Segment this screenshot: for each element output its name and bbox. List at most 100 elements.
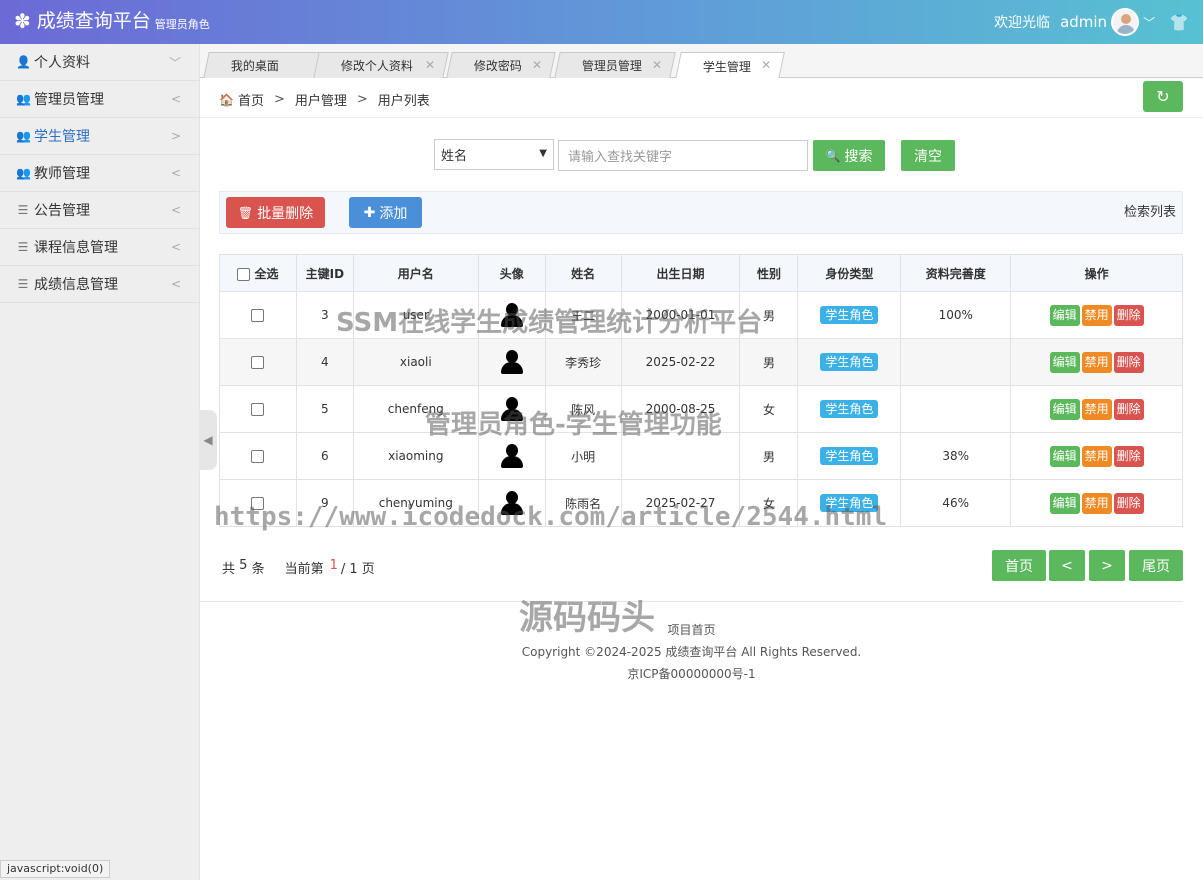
sidebar-item-teachers[interactable]: 👥 教师管理 < (0, 155, 199, 192)
user-icon: 👤 (16, 55, 31, 69)
sidebar-item-notices[interactable]: ☰ 公告管理 < (0, 192, 199, 229)
cell-id: 4 (295, 338, 354, 386)
delete-button[interactable]: 删除 (1113, 304, 1144, 326)
sidebar-item-label: 教师管理 (34, 166, 90, 182)
close-icon[interactable]: ✕ (425, 58, 435, 72)
footer-home-link[interactable]: 项目首页 (200, 621, 1183, 638)
row-checkbox[interactable] (251, 356, 265, 369)
breadcrumb-home[interactable]: 首页 (238, 90, 264, 109)
delete-button[interactable]: 删除 (1113, 351, 1144, 373)
users-icon: 👥 (16, 166, 31, 180)
cell-gender: 女 (739, 385, 799, 433)
chevron-down-icon[interactable]: ﹀ (1143, 14, 1155, 31)
cell-username: xiaoli (352, 338, 479, 386)
add-label: 添加 (379, 205, 408, 222)
search-button[interactable]: 🔍 搜索 (813, 140, 885, 171)
header-select-all[interactable]: 全选 (219, 254, 297, 292)
close-icon[interactable]: ✕ (761, 58, 771, 72)
delete-button[interactable]: 删除 (1113, 445, 1144, 467)
edit-button[interactable]: 编辑 (1049, 445, 1080, 467)
tab-change-password[interactable]: 修改密码 ✕ (446, 52, 556, 78)
header-actions: 操作 (1010, 254, 1183, 292)
search-field-select[interactable]: 姓名 ▼ (434, 139, 554, 170)
sidebar-collapse-handle[interactable]: ◀ (199, 410, 217, 470)
edit-button[interactable]: 编辑 (1049, 398, 1080, 420)
disable-button[interactable]: 禁用 (1081, 351, 1112, 373)
row-checkbox[interactable] (251, 450, 265, 463)
breadcrumb-user-list: 用户列表 (377, 94, 430, 109)
select-all-checkbox[interactable] (237, 267, 251, 281)
disable-button[interactable]: 禁用 (1081, 398, 1112, 420)
breadcrumb-user-management[interactable]: 用户管理 (295, 90, 347, 109)
row-checkbox[interactable] (251, 403, 265, 416)
gear-icon: ✽ (14, 9, 31, 33)
sidebar-item-courses[interactable]: ☰ 课程信息管理 < (0, 229, 199, 266)
close-icon[interactable]: ✕ (532, 58, 542, 72)
cell-gender: 男 (739, 432, 799, 480)
last-page-button[interactable]: 尾页 (1129, 550, 1183, 581)
tab-label: 修改个人资料 (340, 59, 413, 73)
search-field-value: 姓名 (441, 149, 468, 164)
sidebar-item-admin[interactable]: 👥 管理员管理 < (0, 81, 199, 118)
clear-button[interactable]: 清空 (901, 140, 955, 171)
tab-label: 管理员管理 (581, 59, 642, 73)
app-title: 成绩查询平台 (36, 10, 151, 32)
bulk-delete-button[interactable]: 🗑 批量删除 (226, 197, 325, 228)
first-page-button[interactable]: 首页 (992, 550, 1046, 581)
edit-button[interactable]: 编辑 (1049, 351, 1080, 373)
sidebar-item-label: 管理员管理 (34, 92, 104, 108)
disable-button[interactable]: 禁用 (1081, 445, 1112, 467)
delete-button[interactable]: 删除 (1113, 492, 1144, 514)
role-badge: 学生角色 (820, 400, 879, 418)
cell-id: 5 (295, 385, 354, 433)
current-page: 1 (329, 558, 338, 573)
avatar[interactable] (1111, 8, 1140, 36)
list-title: 检索列表 (1123, 205, 1176, 220)
add-button[interactable]: ✚ 添加 (349, 197, 422, 228)
username[interactable]: admin (1060, 13, 1107, 31)
sidebar-item-grades[interactable]: ☰ 成绩信息管理 < (0, 266, 199, 303)
cell-birth: 2025-02-22 (620, 338, 741, 386)
search-input[interactable]: 请输入查找关键字 (558, 140, 808, 171)
header-completion: 资料完善度 (900, 254, 1012, 292)
tab-student-management[interactable]: 学生管理 ✕ (675, 52, 785, 79)
refresh-button[interactable]: ↻ (1143, 81, 1183, 112)
pagination-info: 共 5 条 当前第 1 / 1 页 (222, 558, 375, 577)
header-gender: 性别 (739, 254, 799, 292)
trash-icon: 🗑 (237, 205, 254, 220)
tab-admin-management[interactable]: 管理员管理 ✕ (554, 52, 676, 78)
watermark-brand: 源码码头 (519, 598, 655, 638)
welcome-text: 欢迎光临 (994, 15, 1051, 31)
edit-button[interactable]: 编辑 (1049, 304, 1080, 326)
sidebar-item-label: 学生管理 (34, 129, 90, 145)
edit-button[interactable]: 编辑 (1049, 492, 1080, 514)
tab-desktop[interactable]: 我的桌面 (203, 52, 325, 78)
prev-page-button[interactable]: < (1049, 550, 1085, 581)
cell-completion: 46% (900, 479, 1012, 527)
footer-divider (200, 601, 1183, 602)
clear-button-label: 清空 (914, 148, 942, 165)
disable-button[interactable]: 禁用 (1081, 492, 1112, 514)
chevron-down-icon: ▼ (539, 148, 547, 159)
page-total: / 1 页 (340, 562, 375, 577)
status-bar-hint: javascript:void(0) (0, 860, 111, 878)
theme-shirt-icon[interactable]: 👕 (1169, 13, 1189, 32)
cell-completion (900, 385, 1012, 433)
role-badge: 学生角色 (820, 447, 879, 465)
row-checkbox[interactable] (251, 309, 265, 322)
sidebar-item-profile[interactable]: 👤 个人资料 ﹀ (0, 44, 199, 81)
cell-completion: 38% (900, 432, 1012, 480)
delete-button[interactable]: 删除 (1113, 398, 1144, 420)
user-table: 全选 主键ID 用户名 头像 姓名 出生日期 性别 身份类型 资料完善度 操作 … (219, 254, 1183, 527)
disable-button[interactable]: 禁用 (1081, 304, 1112, 326)
footer-icp: 京ICP备00000000号-1 (627, 667, 756, 681)
sidebar-item-students[interactable]: 👥 学生管理 > (0, 118, 199, 155)
brand[interactable]: ✽ 成绩查询平台 管理员角色 (14, 9, 210, 33)
close-icon[interactable]: ✕ (652, 58, 662, 72)
tab-edit-profile[interactable]: 修改个人资料 ✕ (313, 52, 449, 78)
search-icon: 🔍 (825, 148, 841, 163)
avatar-person-icon (500, 444, 524, 468)
users-icon: 👥 (16, 129, 31, 143)
next-page-button[interactable]: > (1089, 550, 1125, 581)
breadcrumb: 🏠 首页 > 用户管理 > 用户列表 (219, 90, 430, 109)
